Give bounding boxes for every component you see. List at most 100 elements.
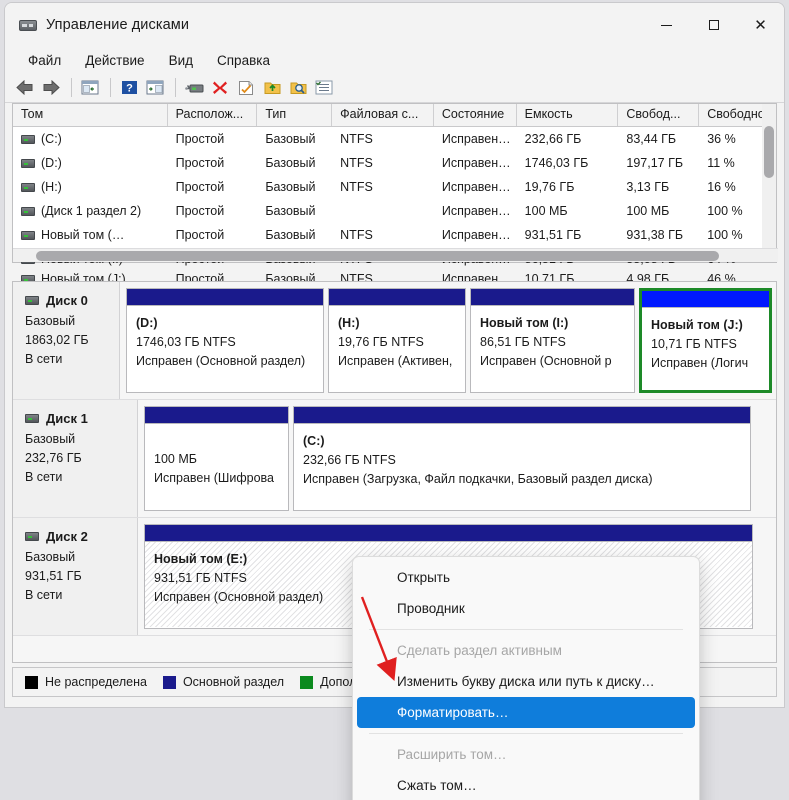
column-header-volume[interactable]: Том	[13, 104, 168, 126]
cell-status: Исправен…	[441, 204, 511, 218]
partition-h[interactable]: (H:) 19,76 ГБ NTFS Исправен (Активен,	[328, 288, 466, 393]
cell-filesystem: NTFS	[340, 156, 373, 170]
find-icon[interactable]	[286, 77, 310, 99]
partition-letter: (D:)	[136, 316, 158, 330]
table-row[interactable]: (H:) Простой Базовый NTFS Исправен… 19,7…	[13, 175, 776, 199]
cell-capacity: 232,66 ГБ	[524, 132, 582, 146]
cell-status: Исправен…	[441, 132, 511, 146]
cell-filesystem: NTFS	[340, 132, 373, 146]
toolbar-separator	[71, 78, 72, 97]
column-header-type[interactable]: Тип	[257, 104, 333, 126]
legend-label: Основной раздел	[182, 675, 285, 689]
disk-0-partitions: (D:) 1746,03 ГБ NTFS Исправен (Основной …	[120, 282, 776, 399]
context-menu-item-open[interactable]: Открыть	[357, 562, 695, 593]
context-menu-item-change-drive-letter[interactable]: Изменить букву диска или путь к диску…	[357, 666, 695, 697]
partition-color-bar	[471, 289, 634, 306]
legend-swatch-extended	[300, 675, 314, 689]
partition-size: 100 МБ	[154, 452, 197, 466]
menu-view[interactable]: Вид	[160, 51, 202, 70]
toolbar-separator	[110, 78, 111, 97]
context-menu: Открыть Проводник Сделать раздел активны…	[352, 556, 700, 800]
volume-icon	[21, 231, 35, 240]
partition-recovery[interactable]: 100 МБ Исправен (Шифрова	[144, 406, 289, 511]
detail-view-icon[interactable]	[312, 77, 336, 99]
volume-list-vertical-scrollbar[interactable]	[762, 104, 776, 250]
scrollbar-thumb[interactable]	[36, 251, 719, 261]
table-row[interactable]: (Диск 1 раздел 2) Простой Базовый Исправ…	[13, 199, 776, 223]
cell-type: Базовый	[265, 132, 316, 146]
column-header-status[interactable]: Состояние	[434, 104, 517, 126]
column-header-freespace[interactable]: Свобод...	[618, 104, 700, 126]
cell-layout: Простой	[175, 156, 225, 170]
partition-status: Исправен (Основной раздел)	[136, 354, 306, 368]
scrollbar-thumb[interactable]	[764, 126, 774, 178]
rescan-disks-icon[interactable]	[182, 77, 206, 99]
partition-letter: (I:)	[552, 316, 569, 330]
help-icon[interactable]: ?	[117, 77, 141, 99]
show-hide-console-tree-icon[interactable]	[78, 77, 102, 99]
volume-list-pane: Том Располож... Тип Файловая с... Состоя…	[12, 103, 778, 286]
cell-type: Базовый	[265, 204, 316, 218]
disk-info-1[interactable]: Диск 1 Базовый 232,76 ГБ В сети	[13, 400, 138, 517]
disk-state: В сети	[25, 470, 63, 484]
disk-name: Диск 1	[46, 411, 88, 426]
export-list-icon[interactable]	[260, 77, 284, 99]
disk-info-2[interactable]: Диск 2 Базовый 931,51 ГБ В сети	[13, 518, 138, 635]
volume-icon	[21, 135, 35, 144]
disk-row-0[interactable]: Диск 0 Базовый 1863,02 ГБ В сети (D:) 17…	[13, 282, 776, 400]
column-header-filesystem[interactable]: Файловая с...	[332, 104, 434, 126]
table-row[interactable]: (C:) Простой Базовый NTFS Исправен… 232,…	[13, 127, 776, 151]
legend-swatch-unallocated	[25, 675, 38, 689]
maximize-button[interactable]	[690, 3, 737, 47]
title-bar: Управление дисками ✕	[5, 3, 784, 47]
cell-volume: (D:)	[41, 156, 62, 170]
disk-1-partitions: 100 МБ Исправен (Шифрова (C:) 232,66 ГБ …	[138, 400, 776, 517]
context-menu-item-format[interactable]: Форматировать…	[357, 697, 695, 728]
cell-status: Исправен…	[441, 228, 511, 242]
disk-size: 1863,02 ГБ	[25, 333, 89, 347]
cell-status: Исправен…	[441, 180, 511, 194]
menu-action[interactable]: Действие	[76, 51, 153, 70]
partition-letter: (C:)	[303, 434, 325, 448]
cell-free: 3,13 ГБ	[626, 180, 670, 194]
context-menu-item-shrink-volume[interactable]: Сжать том…	[357, 770, 695, 800]
partition-size: 1746,03 ГБ NTFS	[136, 335, 236, 349]
volume-icon	[21, 159, 35, 168]
menu-file[interactable]: Файл	[19, 51, 70, 70]
minimize-button[interactable]	[643, 3, 690, 47]
close-button[interactable]: ✕	[737, 3, 784, 47]
partition-status: Исправен (Шифрова	[154, 471, 274, 485]
maximize-icon	[708, 20, 719, 30]
window-controls: ✕	[643, 3, 784, 47]
delete-icon[interactable]	[208, 77, 232, 99]
disk-info-0[interactable]: Диск 0 Базовый 1863,02 ГБ В сети	[13, 282, 120, 399]
legend-item-unallocated: Не распределена	[25, 675, 147, 689]
table-row[interactable]: (D:) Простой Базовый NTFS Исправен… 1746…	[13, 151, 776, 175]
disk-icon	[25, 296, 39, 305]
cell-type: Базовый	[265, 180, 316, 194]
partition-c[interactable]: (C:) 232,66 ГБ NTFS Исправен (Загрузка, …	[293, 406, 751, 511]
column-header-layout[interactable]: Располож...	[168, 104, 258, 126]
cell-volume: (C:)	[41, 132, 62, 146]
column-header-capacity[interactable]: Емкость	[517, 104, 619, 126]
svg-text:?: ?	[126, 83, 133, 95]
volume-icon	[21, 183, 35, 192]
back-arrow-icon[interactable]	[13, 77, 37, 99]
disk-type: Базовый	[25, 550, 76, 564]
partition-i[interactable]: Новый том (I:) 86,51 ГБ NTFS Исправен (О…	[470, 288, 635, 393]
properties-icon[interactable]	[234, 77, 258, 99]
partition-status: Исправен (Загрузка, Файл подкачки, Базов…	[303, 472, 653, 486]
context-menu-item-explorer[interactable]: Проводник	[357, 593, 695, 624]
volume-list-horizontal-scrollbar[interactable]	[13, 248, 778, 262]
table-row[interactable]: Новый том (… Простой Базовый NTFS Исправ…	[13, 223, 776, 247]
show-hide-action-pane-icon[interactable]	[143, 77, 167, 99]
cell-volume: (H:)	[41, 180, 62, 194]
partition-letter: (H:)	[338, 316, 360, 330]
forward-arrow-icon[interactable]	[39, 77, 63, 99]
partition-j-selected[interactable]: Новый том (J:) 10,71 ГБ NTFS Исправен (Л…	[639, 288, 772, 393]
menu-help[interactable]: Справка	[208, 51, 279, 70]
disk-row-1[interactable]: Диск 1 Базовый 232,76 ГБ В сети 100 МБ И…	[13, 400, 776, 518]
partition-d[interactable]: (D:) 1746,03 ГБ NTFS Исправен (Основной …	[126, 288, 324, 393]
partition-color-bar	[145, 525, 752, 542]
partition-color-bar	[127, 289, 323, 306]
